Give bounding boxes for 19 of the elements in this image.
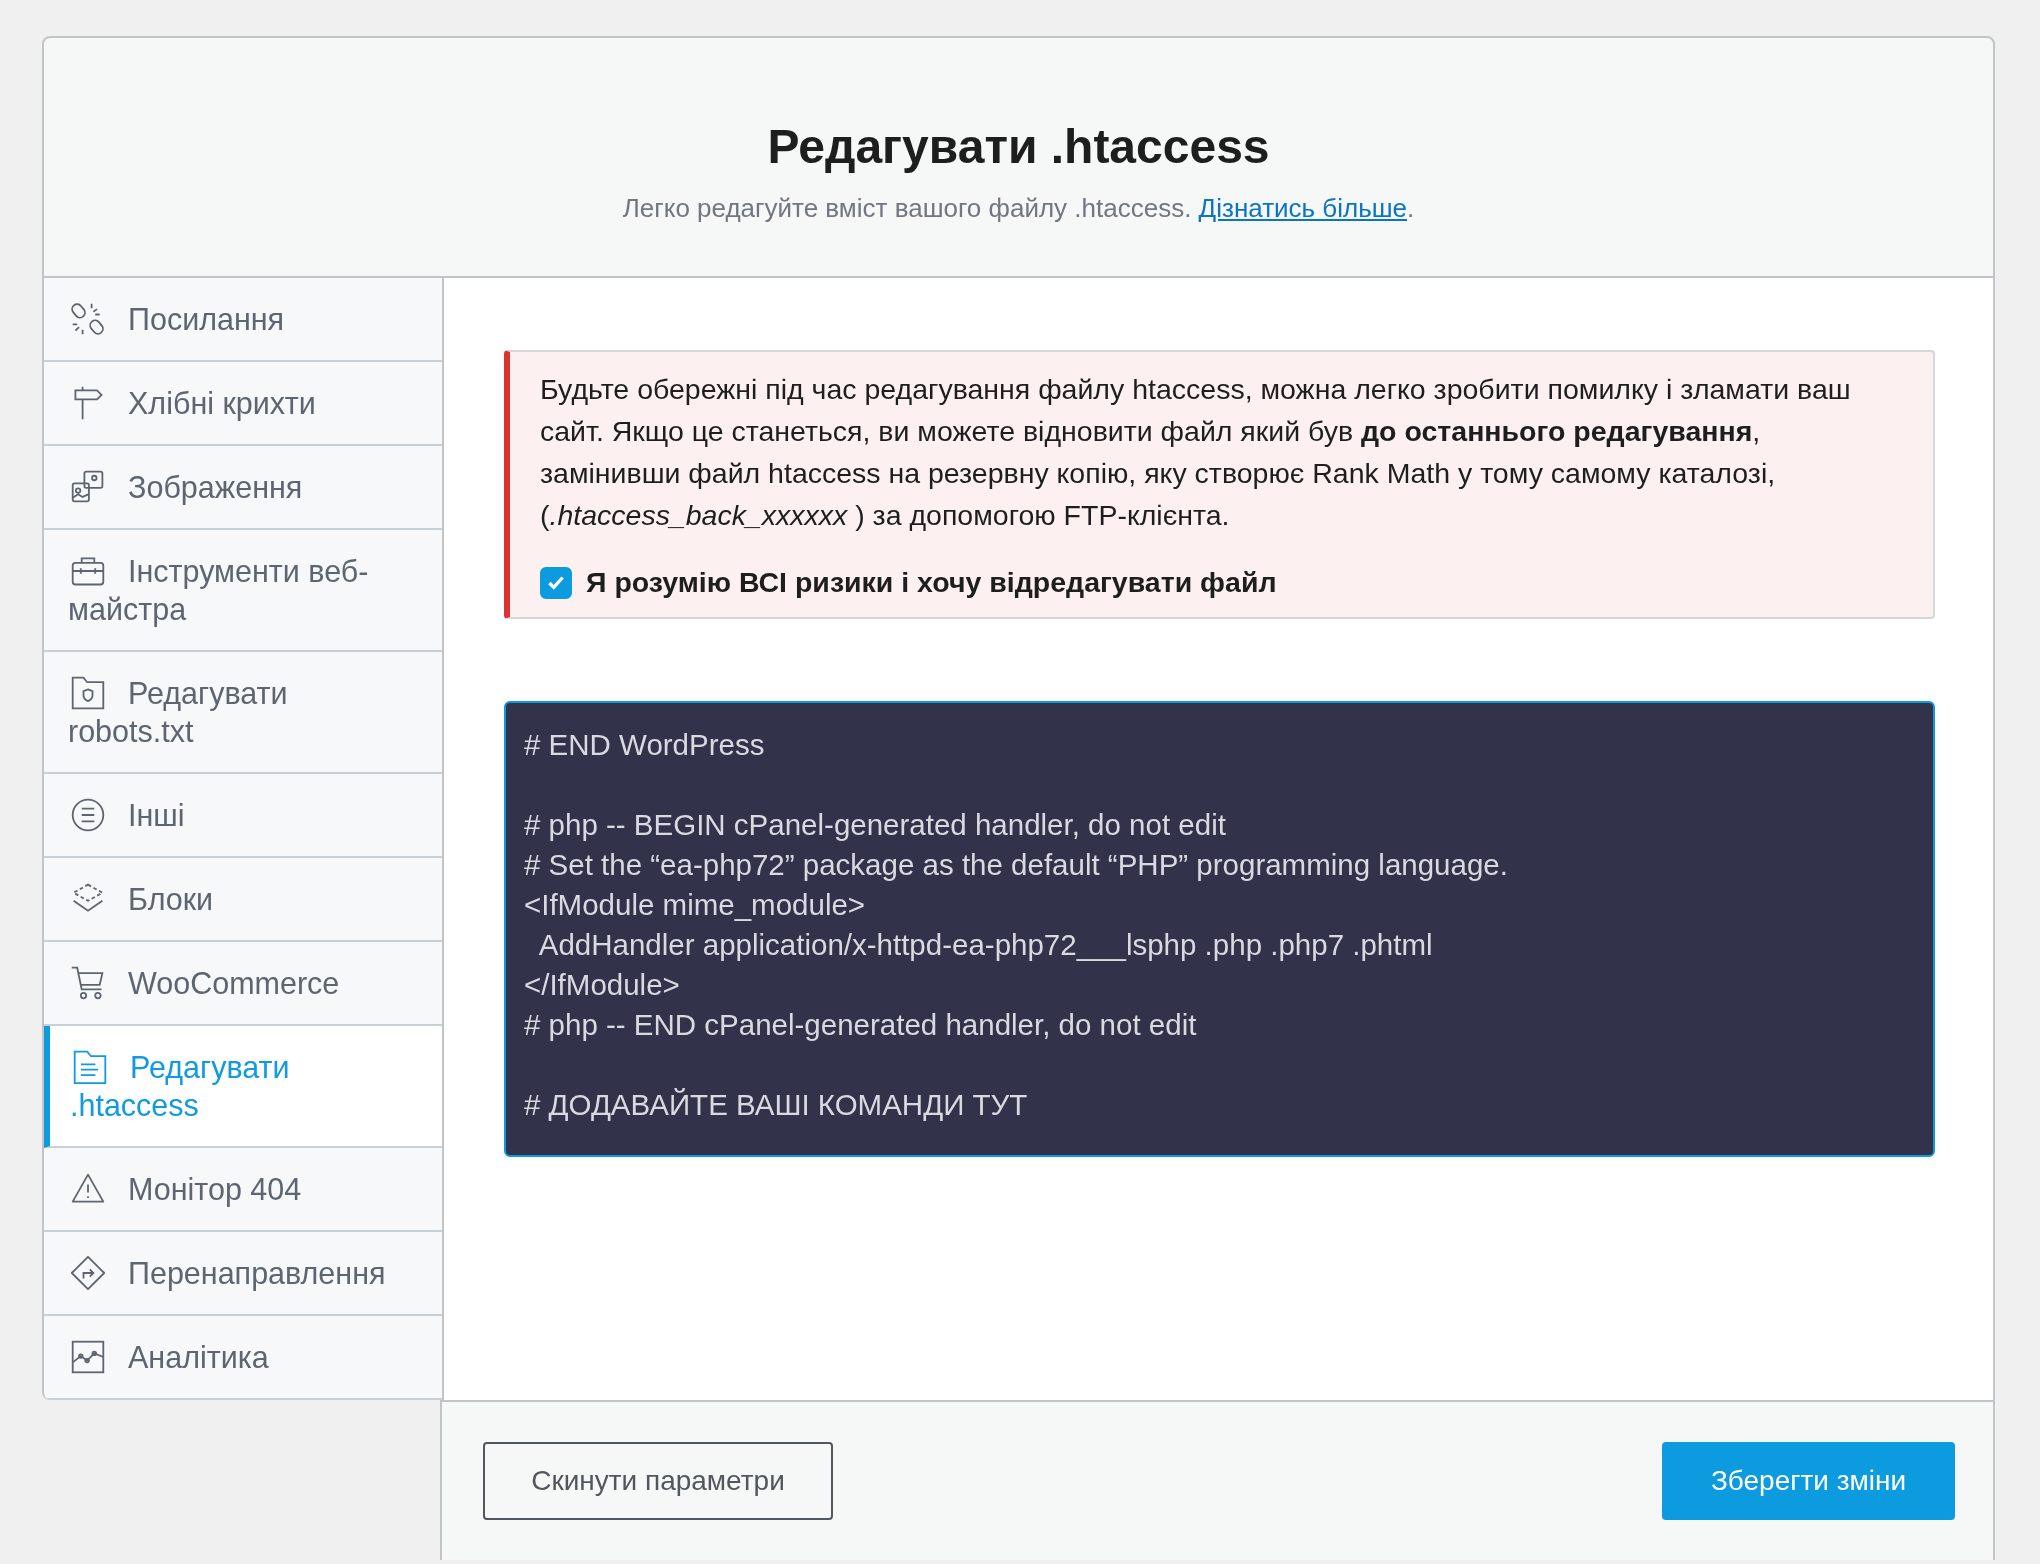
checkbox-label: Я розумію ВСІ ризики і хочу відредагувати файл (586, 566, 1277, 599)
warning-text: Будьте обережні під час редагування файлу htaccess, можна легко зробити помилку і зламати ваш сайт. Якщо це станеться, ви можете відновити файл який був до останнього редагування, замінивши файл htaccess на резервну копію, яку створює Rank Math у тому самому каталозі, (.htaccess_back_xxxxxx ) за допомогою FTP-клієнта. (540, 372, 1852, 533)
sidebar-item[interactable]: Редагувати .htaccess (44, 1026, 442, 1148)
code-editor-field[interactable]: # END WordPress # php -- BEGIN cPanel-generated handler, do not edit # Set the “ea-php72” package as the default “PHP” programming language. <IfModule mime_module> AddHandler application/x-httpd-ea-php72___lsphp .php .php7 .phtml </IfModule> # php -- END cPanel-generated handler, do not edit # ДОДАВАЙТЕ ВАШІ КОМАНДИ ТУТ (504, 701, 1935, 1157)
sidebar-item[interactable]: Блоки (44, 858, 442, 942)
sidebar-item[interactable]: Перенаправлення (44, 1232, 442, 1316)
sidebar-item[interactable]: Інші (44, 774, 442, 858)
learn-more-link[interactable]: Дізнатись більше (1198, 193, 1408, 223)
sidebar-item[interactable]: Хлібні крихти (44, 362, 442, 446)
sidebar-item[interactable]: Зображення (44, 446, 442, 530)
sidebar-item[interactable]: Аналітика (44, 1316, 442, 1400)
sidebar-item[interactable]: Посилання (44, 278, 442, 362)
sidebar-item[interactable]: Монітор 404 (44, 1148, 442, 1232)
sidebar-item[interactable]: Інструменти веб-майстра (44, 530, 442, 652)
sidebar-item[interactable]: Редагувати robots.txt (44, 652, 442, 774)
reset-button[interactable]: Скинути параметри (483, 1442, 833, 1520)
page-subtitle: Легко редагуйте вміст вашого файлу .htaccess. Дізнатись більше. (621, 192, 1416, 225)
save-button[interactable]: Зберегти зміни (1662, 1442, 1955, 1520)
page-title: Редагувати .htaccess (766, 119, 1271, 175)
